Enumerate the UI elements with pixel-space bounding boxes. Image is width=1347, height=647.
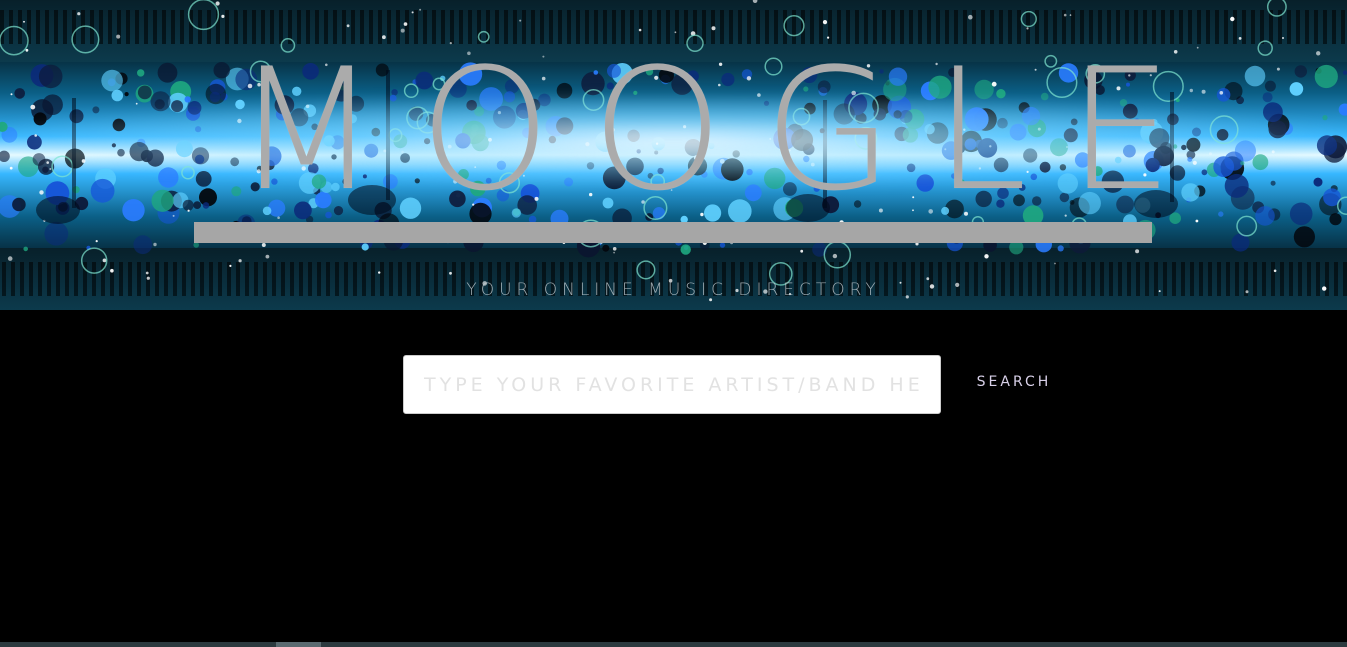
logo-text: MOOGLE	[234, 32, 1214, 228]
tagline: YOUR ONLINE MUSIC DIRECTORY	[466, 280, 881, 300]
logo-underline-bar	[194, 222, 1152, 243]
logo: MOOGLE	[194, 32, 1214, 240]
horizontal-scrollbar[interactable]	[0, 642, 1347, 647]
scrollbar-thumb[interactable]	[276, 642, 321, 647]
page: MOOGLE YOUR ONLINE MUSIC DIRECTORY SEARC…	[0, 0, 1347, 647]
search-button[interactable]: SEARCH	[962, 368, 1066, 396]
search-input[interactable]	[403, 355, 941, 414]
piano-keys-bottom	[0, 248, 1347, 310]
